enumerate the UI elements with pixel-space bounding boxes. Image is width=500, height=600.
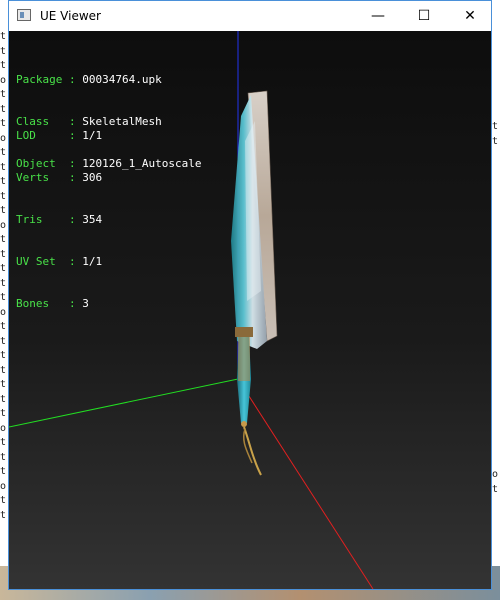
sword-pommel (241, 421, 247, 427)
app-icon[interactable] (17, 9, 31, 21)
stat-label: Bones (16, 297, 63, 310)
mesh-stats-panel: LOD : 1/1 Verts : 306 Tris : 354 UV Set … (16, 101, 102, 339)
background-text-right: t t o t (492, 121, 499, 495)
axis-y-line (9, 378, 239, 428)
stat-label: LOD (16, 129, 63, 142)
stat-value: 306 (82, 171, 103, 184)
close-button[interactable]: ✕ (447, 1, 493, 31)
info-label: Package (16, 73, 63, 86)
stat-value: 1/1 (82, 255, 103, 268)
ue-viewer-window: UE Viewer — ☐ ✕ Package: 00034764.upk C… (8, 0, 492, 590)
stat-uv-set: UV Set : 1/1 (16, 255, 102, 269)
stat-tris: Tris : 354 (16, 213, 102, 227)
info-package: Package : 00034764.upk (16, 73, 201, 87)
stat-lod: LOD : 1/1 (16, 129, 102, 143)
info-separator: : (62, 73, 83, 86)
stat-value: 354 (82, 213, 103, 226)
stat-value: 3 (82, 297, 89, 310)
axis-x-line (237, 378, 374, 589)
title-bar[interactable]: UE Viewer — ☐ ✕ (9, 1, 491, 31)
stat-separator: : (62, 213, 83, 226)
maximize-button[interactable]: ☐ (401, 1, 447, 31)
stat-separator: : (62, 129, 83, 142)
stat-separator: : (62, 255, 83, 268)
window-title: UE Viewer (40, 9, 101, 23)
minimize-button[interactable]: — (355, 1, 401, 31)
stat-value: 1/1 (82, 129, 103, 142)
info-value: 00034764.upk (82, 73, 162, 86)
stat-separator: : (62, 171, 83, 184)
3d-viewport[interactable]: Package : 00034764.upk Class : SkeletalM… (9, 31, 491, 589)
stat-separator: : (62, 297, 83, 310)
stat-label: UV Set (16, 255, 63, 268)
stat-label: Verts (16, 171, 63, 184)
background-text-left: t t t o t t t o t t t t t o t t t t t o … (0, 31, 7, 521)
stat-label: Tris (16, 213, 63, 226)
stat-verts: Verts : 306 (16, 171, 102, 185)
sword-guard (235, 327, 253, 337)
stat-bones: Bones : 3 (16, 297, 102, 311)
